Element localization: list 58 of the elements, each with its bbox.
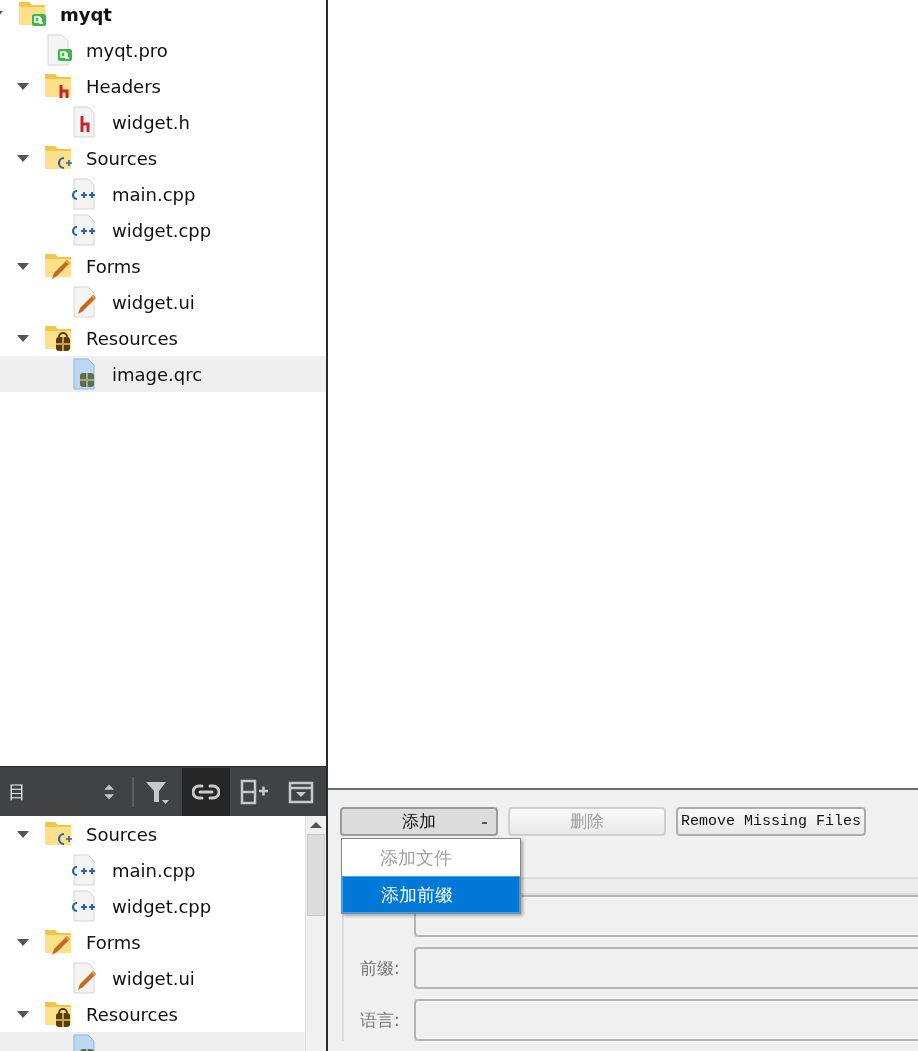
tree-item-label: Forms [86,931,141,953]
tree-item[interactable]: main.cpp [0,852,305,888]
tree-item[interactable]: Sources [0,816,305,852]
tree-item-label: widget.ui [112,291,195,313]
menu-item[interactable]: 添加前缀 [342,876,520,913]
add-dropdown-button[interactable]: 添加 [340,807,498,836]
tree-item-label: main.cpp [112,859,196,881]
expand-arrow-icon[interactable] [17,1010,29,1018]
tree-item-label: Resources [86,1003,178,1025]
panel-title: 目 [8,779,27,804]
tree-item-label: Sources [86,823,158,845]
tree-item[interactable]: widget.ui [0,284,326,320]
resource-folder-icon [44,323,74,353]
tree-item-label: Forms [86,255,141,277]
caret-icon [482,822,487,824]
header-folder-icon [44,71,74,101]
tree-item[interactable]: Sources [0,140,326,176]
tree-item-label: Sources [86,147,158,169]
scroll-up-icon[interactable] [310,822,322,828]
tree-item-label: Resources [86,327,178,349]
tree-item[interactable]: main.cpp [0,176,326,212]
tree-item[interactable]: Forms [0,924,305,960]
field-label: 语言: [359,1008,401,1032]
tree-item[interactable]: widget.h [0,104,326,140]
form-folder-icon [44,251,74,281]
tree-item-label: Headers [86,75,161,97]
tree-item-label: widget.cpp [112,219,212,241]
expand-arrow-icon[interactable] [17,830,29,838]
tree-item-label: main.cpp [112,183,196,205]
expand-arrow-icon[interactable] [17,938,29,946]
tree-item-label: myqt.pro [86,39,168,61]
scroll-thumb[interactable] [307,834,325,916]
tree-item[interactable]: widget.ui [0,960,305,996]
tree-item-label: widget.h [112,111,190,133]
tree-item-label: widget.ui [112,967,195,989]
tree-item[interactable]: widget.cpp [0,888,305,924]
tree-item[interactable]: Resources [0,996,305,1032]
tree-item-label: widget.cpp [112,895,212,917]
tree-item[interactable]: Forms [0,248,326,284]
expand-arrow-icon[interactable] [17,334,29,342]
expand-arrow-icon[interactable] [17,82,29,90]
tree-item[interactable]: myqt [0,0,326,32]
resource-folder-icon [44,999,74,1029]
qt-file-icon [44,34,74,66]
tree-item[interactable]: widget.cpp [0,212,326,248]
expand-arrow-icon[interactable] [17,262,29,270]
tree-item-label: image.qrc [112,363,203,385]
field-label: 前缀: [359,956,401,980]
link-icon[interactable] [182,767,230,816]
toolbar-button[interactable]: Remove Missing Files [676,807,866,836]
tree-item[interactable]: Headers [0,68,326,104]
form-folder-icon [44,927,74,957]
tree-item[interactable]: image.qrc [0,356,326,392]
tree-item-label: myqt [60,3,112,25]
tree-item[interactable]: Resources [0,320,326,356]
tree-item[interactable]: myqt.pro [0,32,326,68]
scrollbar[interactable] [305,816,326,1051]
expand-arrow-icon[interactable] [17,154,29,162]
